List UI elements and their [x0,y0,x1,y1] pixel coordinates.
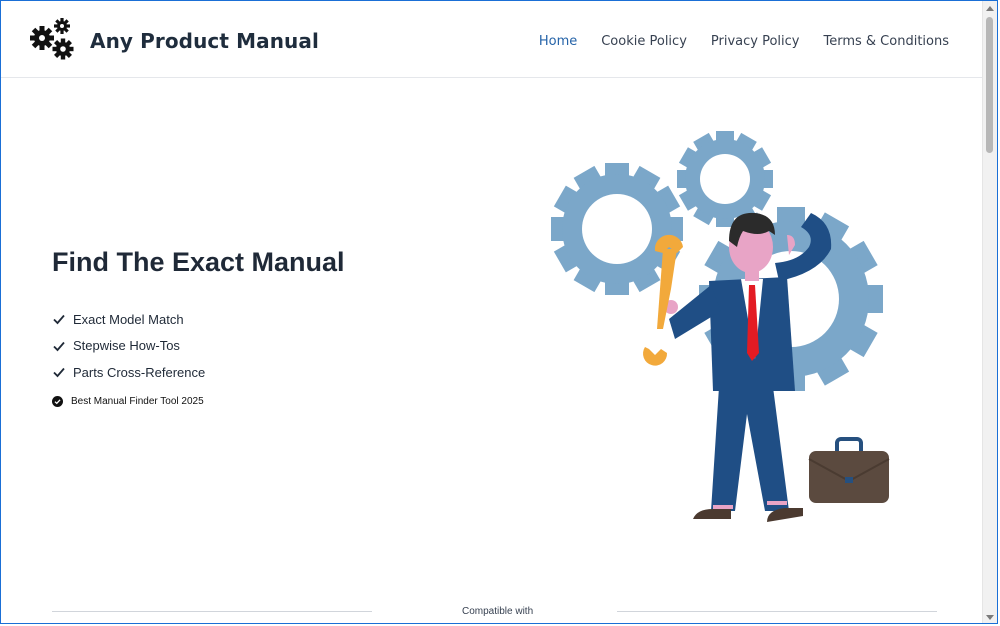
feature-label: Exact Model Match [73,311,184,327]
nav-link-cookie-policy[interactable]: Cookie Policy [601,34,687,49]
check-circle-icon [52,396,63,407]
feature-label: Stepwise How-Tos [73,338,180,354]
feature-item: Exact Model Match [52,306,205,333]
feature-list: Exact Model Match Stepwise How-Tos Parts… [52,306,205,386]
gear-top-icon [677,131,773,227]
badge-label: Best Manual Finder Tool 2025 [71,396,204,407]
briefcase-icon [808,437,890,503]
compat-label: Compatible with [462,606,534,617]
gears-icon[interactable] [29,16,77,64]
nav-link-terms[interactable]: Terms & Conditions [824,34,950,49]
award-badge: Best Manual Finder Tool 2025 [52,396,204,407]
check-icon [53,341,65,352]
feature-label: Parts Cross-Reference [73,364,206,380]
page-scrollbar[interactable] [982,1,997,623]
check-icon [53,315,65,325]
scroll-thumb[interactable] [986,17,993,153]
nav-link-home[interactable]: Home [539,34,577,49]
hero-title: Find The Exact Manual [52,247,345,277]
main-nav: Home Cookie Policy Privacy Policy Terms … [539,34,949,49]
browser-viewport: Any Product Manual Home Cookie Policy Pr… [0,0,998,624]
feature-item: Stepwise How-Tos [52,333,205,360]
compat-divider-left [52,611,372,612]
man-with-wrench-illustration [551,131,890,522]
site-brand[interactable]: Any Product Manual [90,29,319,53]
site-header: Any Product Manual Home Cookie Policy Pr… [1,1,985,78]
nav-link-privacy-policy[interactable]: Privacy Policy [711,34,800,49]
scroll-down-arrow-icon[interactable] [986,615,994,620]
compat-divider-right [617,611,937,612]
check-icon [53,368,65,378]
feature-item: Parts Cross-Reference [52,359,205,386]
scroll-up-arrow-icon[interactable] [986,6,994,11]
